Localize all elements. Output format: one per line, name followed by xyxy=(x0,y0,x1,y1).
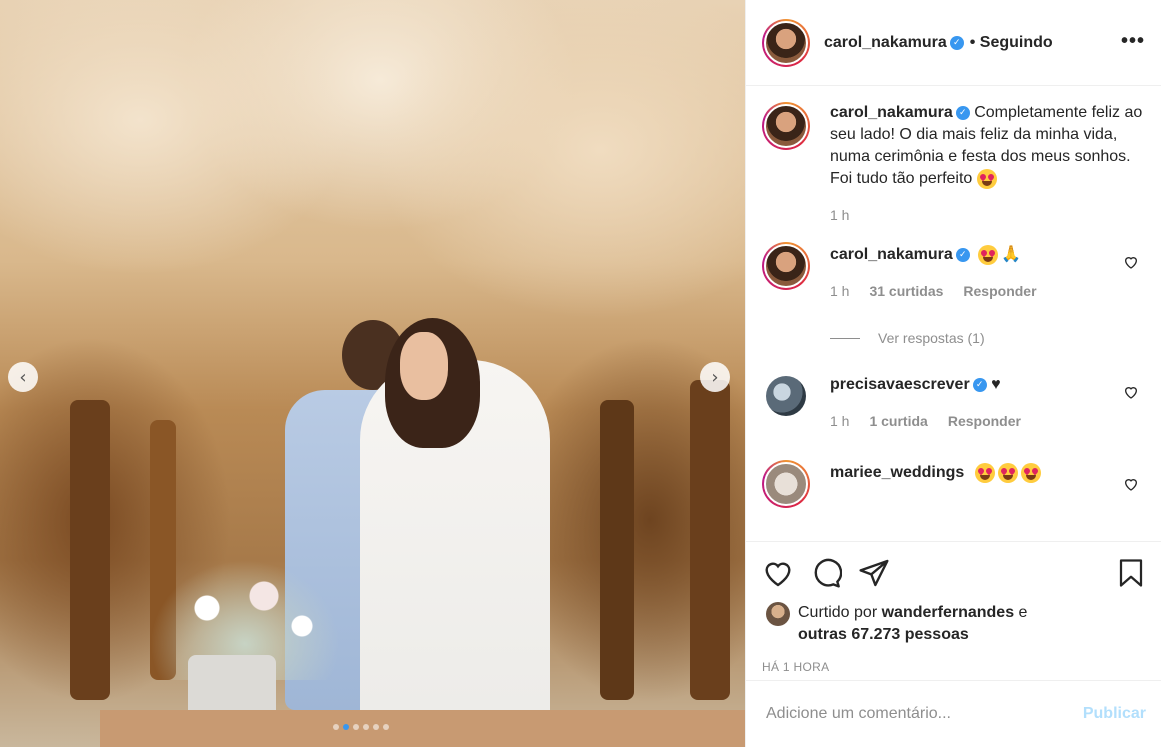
post-actions: Curtido por wanderfernandes e outras 67.… xyxy=(746,541,1161,674)
liked-by-prefix: Curtido por xyxy=(798,604,878,621)
comment-text: ♥ xyxy=(991,376,1001,393)
heart-eyes-emoji xyxy=(997,462,1018,483)
post-header: carol_nakamura ✓ • Seguindo ••• xyxy=(746,0,1161,86)
author-avatar[interactable] xyxy=(762,18,810,67)
author-username[interactable]: carol_nakamura xyxy=(824,34,947,52)
comment-item: precisavaescrever ✓ ♥ 1 h 1 curtida Respo… xyxy=(762,372,1145,432)
carousel-next-button[interactable]: › xyxy=(700,362,730,392)
verified-icon: ✓ xyxy=(955,247,970,262)
post-photo[interactable]: ‹ › xyxy=(0,0,745,747)
carousel-indicator xyxy=(333,724,389,730)
ceremony-table xyxy=(100,710,745,747)
comments-list: carol_nakamura ✓ Completamente feliz ao s… xyxy=(746,86,1161,541)
comment-time: 1 h xyxy=(830,413,850,429)
like-comment-icon[interactable] xyxy=(1123,254,1139,270)
liked-connector: e xyxy=(1018,604,1028,621)
comment-input[interactable] xyxy=(766,705,1083,723)
likes-count[interactable]: outras 67.273 pessoas xyxy=(798,626,969,643)
post-timestamp[interactable]: HÁ 1 HORA xyxy=(762,660,1146,674)
comment-time: 1 h xyxy=(830,283,850,299)
comment-likes[interactable]: 31 curtidas xyxy=(869,280,943,302)
comment-icon[interactable] xyxy=(810,557,842,589)
share-icon[interactable] xyxy=(858,557,890,589)
publish-button[interactable]: Publicar xyxy=(1083,705,1146,723)
verified-icon: ✓ xyxy=(955,105,970,120)
comment-item: carol_nakamura ✓ 🙏 1 h 31 curtidas Respon… xyxy=(762,242,1145,302)
tree-trunk xyxy=(690,380,730,700)
tree-trunk xyxy=(70,400,110,700)
bookmark-icon[interactable] xyxy=(1116,557,1146,589)
liker-avatar[interactable] xyxy=(766,602,790,626)
carousel-dot xyxy=(353,724,359,730)
like-comment-icon[interactable] xyxy=(1123,476,1139,492)
likes-summary: Curtido por wanderfernandes e outras 67.… xyxy=(762,602,1146,646)
liker-username[interactable]: wanderfernandes xyxy=(882,604,1014,621)
tree-trunk xyxy=(600,400,634,700)
more-options-icon[interactable]: ••• xyxy=(1121,30,1145,53)
carousel-dot-active xyxy=(343,724,349,730)
reply-button[interactable]: Responder xyxy=(948,410,1021,432)
post-sidebar: carol_nakamura ✓ • Seguindo ••• carol_na… xyxy=(745,0,1161,747)
caption: carol_nakamura ✓ Completamente feliz ao s… xyxy=(762,102,1145,226)
heart-eyes-emoji xyxy=(974,462,995,483)
comment-likes[interactable]: 1 curtida xyxy=(869,410,927,432)
author-avatar[interactable] xyxy=(762,102,810,150)
heart-eyes-emoji xyxy=(978,244,999,265)
verified-icon: ✓ xyxy=(972,377,987,392)
heart-eyes-emoji xyxy=(976,168,997,189)
caption-username[interactable]: carol_nakamura xyxy=(830,104,953,121)
carousel-dot xyxy=(373,724,379,730)
reply-button[interactable]: Responder xyxy=(963,280,1036,302)
carousel-dot xyxy=(363,724,369,730)
chevron-right-icon: › xyxy=(711,366,719,388)
comment-text: 🙏 xyxy=(1001,246,1022,263)
follow-status[interactable]: • Seguindo xyxy=(970,34,1053,52)
verified-icon: ✓ xyxy=(949,35,964,50)
view-replies-button[interactable]: Ver respostas (1) xyxy=(830,330,1145,346)
commenter-avatar[interactable] xyxy=(762,372,810,420)
chevron-left-icon: ‹ xyxy=(19,366,27,388)
commenter-avatar[interactable] xyxy=(762,460,810,508)
like-icon[interactable] xyxy=(762,557,794,589)
bride-face xyxy=(400,332,448,400)
comment-item: mariee_weddings xyxy=(762,460,1145,508)
view-replies-label: Ver respostas (1) xyxy=(878,330,985,346)
like-comment-icon[interactable] xyxy=(1123,384,1139,400)
replies-divider xyxy=(830,337,860,339)
comment-username[interactable]: precisavaescrever xyxy=(830,376,970,393)
comment-form: Publicar xyxy=(746,680,1161,747)
carousel-prev-button[interactable]: ‹ xyxy=(8,362,38,392)
commenter-avatar[interactable] xyxy=(762,242,810,290)
comment-username[interactable]: carol_nakamura xyxy=(830,246,953,263)
carousel-dot xyxy=(333,724,339,730)
caption-time: 1 h xyxy=(830,207,850,223)
carousel-dot xyxy=(383,724,389,730)
heart-eyes-emoji xyxy=(1020,462,1041,483)
comment-username[interactable]: mariee_weddings xyxy=(830,464,964,481)
